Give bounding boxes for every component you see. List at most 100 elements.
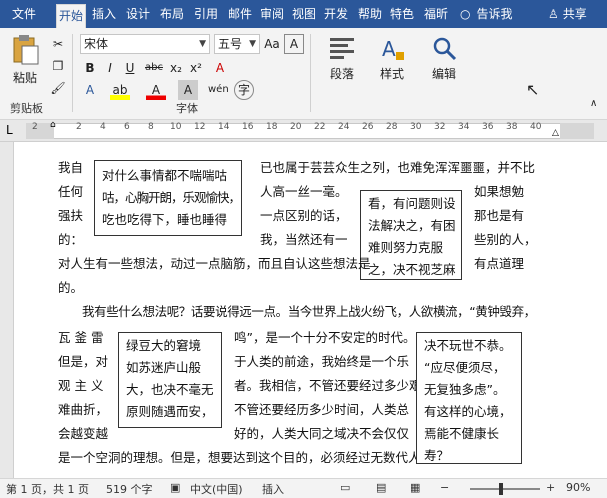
- zoom-slider[interactable]: [470, 488, 540, 490]
- cut-icon[interactable]: ✂: [48, 34, 68, 54]
- text-box-line: 难则努力克服: [368, 240, 444, 255]
- text-box-line: 绿豆大的窘境: [126, 338, 202, 353]
- tab-home[interactable]: 开始: [56, 4, 87, 28]
- word-count[interactable]: 519 个字: [106, 481, 153, 497]
- ruler-tick: 24: [338, 122, 350, 132]
- share-button[interactable]: ♙ 共享: [548, 0, 587, 28]
- text-box[interactable]: 决不玩世不恭。 “应尽便须尽， 无复独多虑”。 有这样的心境， 焉能不健康长 寿…: [416, 332, 522, 464]
- read-mode-icon[interactable]: ▭: [340, 481, 350, 494]
- char-shading-button[interactable]: A: [178, 80, 198, 100]
- format-painter-icon[interactable]: 🖌: [48, 78, 68, 98]
- tab-insert[interactable]: 插入: [90, 0, 118, 28]
- font-color-button[interactable]: A: [146, 80, 166, 100]
- doc-line: 的。: [58, 280, 84, 295]
- text-box-line: 对什么事情都不喘喘咕: [102, 168, 228, 183]
- text-box[interactable]: 绿豆大的窘境 如苏迷庐山般 大，也决不毫无 原则随遇而安，: [118, 332, 222, 428]
- styles-button[interactable]: A 样式: [372, 34, 412, 82]
- editing-label: 编辑: [431, 67, 456, 81]
- text-box-line: 吃也吃得下，睡也睡得: [102, 212, 228, 227]
- doc-line: 会越变越: [58, 426, 109, 441]
- tell-me-label: 告诉我: [476, 7, 513, 21]
- editing-button[interactable]: 编辑: [424, 34, 464, 82]
- right-indent-marker-icon[interactable]: △: [552, 128, 559, 138]
- print-layout-icon[interactable]: ▤: [376, 481, 386, 494]
- tab-stop-selector-icon[interactable]: L: [6, 123, 13, 137]
- underline-button[interactable]: U: [120, 58, 140, 78]
- ruler-tick: 4: [100, 122, 106, 132]
- collapse-ribbon-icon[interactable]: ∧: [590, 98, 597, 109]
- italic-button[interactable]: I: [100, 58, 120, 78]
- ruler-tick: 34: [458, 122, 470, 132]
- tab-developer[interactable]: 开发: [322, 0, 350, 28]
- language[interactable]: 中文(中国): [190, 481, 243, 497]
- font-group-label: 字体: [176, 102, 198, 115]
- bold-button[interactable]: B: [80, 58, 100, 78]
- ruler-tick: 26: [362, 122, 374, 132]
- text-effect-button[interactable]: A: [80, 80, 100, 100]
- document-page[interactable]: 我自 任何 强扶 的： 对什么事情都不喘喘咕 咕，心胸开朗，乐观愉快， 吃也吃得…: [14, 142, 607, 478]
- tab-references[interactable]: 引用: [192, 0, 220, 28]
- status-bar: 第 1 页，共 1 页 519 个字 ▣ 中文(中国) 插入 ▭ ▤ ▦ − +…: [0, 478, 607, 498]
- tab-review[interactable]: 审阅: [258, 0, 286, 28]
- indent-marker-icon[interactable]: ⌂: [50, 120, 56, 130]
- copy-icon[interactable]: ❐: [48, 56, 68, 76]
- ruler-tick: 2: [32, 122, 38, 132]
- text-box[interactable]: 看，有问题则设 法解决之，有困 难则努力克服 之，决不视芝麻: [360, 190, 462, 280]
- zoom-slider-thumb[interactable]: [499, 483, 503, 495]
- text-box-line: 决不玩世不恭。: [424, 338, 512, 353]
- strikethrough-button[interactable]: abc: [144, 58, 164, 78]
- paragraph-icon: [330, 38, 354, 59]
- person-icon: ♙: [548, 7, 559, 21]
- paste-button[interactable]: 粘贴: [8, 34, 42, 92]
- ruler-tick: 12: [194, 122, 206, 132]
- font-size-combo[interactable]: 五号 ▼: [214, 34, 260, 54]
- font-name-combo[interactable]: 宋体 ▼: [80, 34, 210, 54]
- paragraph-button[interactable]: 段落: [322, 34, 362, 82]
- enclose-char-button[interactable]: 字: [234, 80, 254, 100]
- doc-line: 些别的人，: [474, 232, 537, 247]
- change-case-button[interactable]: Aa: [262, 34, 282, 54]
- tab-view[interactable]: 视图: [290, 0, 318, 28]
- clipboard-group-label: 剪贴板: [10, 102, 43, 115]
- tab-design[interactable]: 设计: [124, 0, 152, 28]
- text-box-line: 之，决不视芝麻: [368, 262, 456, 277]
- tab-help[interactable]: 帮助: [356, 0, 384, 28]
- zoom-in-icon[interactable]: +: [546, 481, 555, 494]
- paragraph-label: 段落: [329, 67, 354, 81]
- proofing-icon[interactable]: ▣: [170, 481, 180, 494]
- chevron-down-icon: ▼: [199, 39, 206, 49]
- subscript-button[interactable]: x₂: [166, 58, 186, 78]
- svg-text:A: A: [382, 37, 396, 61]
- styles-icon: A: [382, 37, 404, 61]
- zoom-out-icon[interactable]: −: [440, 481, 449, 494]
- phonetic-guide-button[interactable]: wén: [208, 80, 229, 100]
- search-icon: [433, 37, 457, 61]
- separator: [72, 34, 73, 112]
- doc-line: 人高一丝一毫。: [260, 184, 348, 199]
- tab-layout[interactable]: 布局: [158, 0, 186, 28]
- char-border-button[interactable]: A: [284, 34, 304, 54]
- clear-format-button[interactable]: A: [210, 58, 230, 78]
- web-layout-icon[interactable]: ▦: [410, 481, 420, 494]
- doc-line: 我，当然还有一: [260, 232, 348, 247]
- ruler-tick: 20: [290, 122, 302, 132]
- tell-me-box[interactable]: ○ 告诉我: [460, 0, 513, 28]
- tab-featured[interactable]: 特色: [388, 0, 416, 28]
- ruler-tick: 30: [410, 122, 422, 132]
- font-name-value: 宋体: [84, 37, 109, 51]
- doc-line: 一点区别的话，: [260, 208, 348, 223]
- ruler-right-margin: [560, 123, 594, 139]
- superscript-button[interactable]: x²: [186, 58, 206, 78]
- insert-mode[interactable]: 插入: [262, 481, 284, 497]
- text-box[interactable]: 对什么事情都不喘喘咕 咕，心胸开朗，乐观愉快， 吃也吃得下，睡也睡得: [94, 160, 242, 236]
- ruler-tick: 38: [506, 122, 518, 132]
- ruler-tick: 16: [242, 122, 254, 132]
- tab-file[interactable]: 文件: [10, 0, 38, 28]
- zoom-level[interactable]: 90%: [566, 481, 590, 494]
- ribbon: 粘贴 ✂ ❐ 🖌 剪贴板 宋体 ▼ 五号 ▼ Aa A B I U abc x₂ x…: [0, 28, 607, 120]
- highlight-button[interactable]: ab: [110, 80, 130, 100]
- tab-mailings[interactable]: 邮件: [226, 0, 254, 28]
- tab-foxit[interactable]: 福昕: [422, 0, 450, 28]
- page-count[interactable]: 第 1 页，共 1 页: [6, 481, 89, 497]
- mouse-cursor-icon: ↖: [526, 80, 540, 99]
